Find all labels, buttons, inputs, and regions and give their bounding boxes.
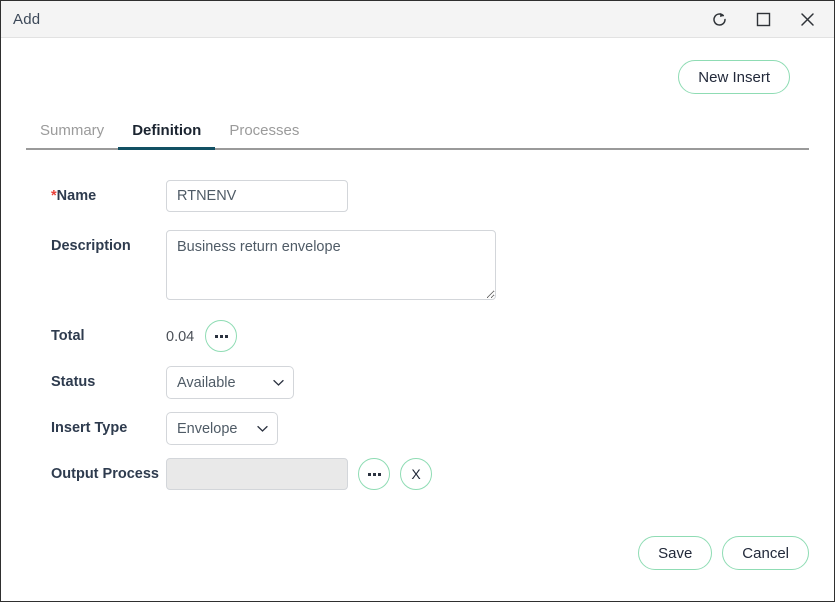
total-label: Total	[51, 328, 85, 344]
total-value: 0.04	[166, 328, 195, 345]
output-process-ellipsis-button[interactable]	[358, 458, 390, 490]
field-description: Description	[1, 230, 834, 300]
field-name: *Name	[1, 180, 834, 212]
field-insert-type: Insert Type Envelope	[1, 412, 834, 445]
output-process-control: X	[166, 458, 432, 490]
refresh-icon	[711, 11, 728, 28]
field-status: Status Available	[1, 366, 834, 399]
total-ellipsis-button[interactable]	[205, 320, 238, 352]
insert-type-select-wrap: Envelope	[166, 412, 278, 445]
insert-type-label: Insert Type	[51, 420, 128, 436]
status-label: Status	[51, 374, 96, 390]
tab-processes[interactable]: Processes	[215, 116, 313, 148]
description-textarea[interactable]	[166, 230, 496, 300]
output-process-input[interactable]	[166, 458, 348, 490]
ellipsis-icon	[214, 334, 228, 338]
dialog-footer: Save Cancel	[638, 536, 809, 570]
name-label-text: Name	[56, 188, 97, 204]
name-control	[166, 180, 348, 212]
close-icon	[800, 12, 815, 27]
close-button[interactable]	[786, 2, 828, 36]
new-insert-button[interactable]: New Insert	[678, 60, 790, 94]
tab-summary[interactable]: Summary	[26, 116, 118, 148]
total-control: 0.04	[166, 320, 238, 352]
cancel-button[interactable]: Cancel	[722, 536, 809, 570]
save-button[interactable]: Save	[638, 536, 713, 570]
title-bar: Add	[1, 1, 834, 38]
status-select-wrap: Available	[166, 366, 294, 399]
description-control	[166, 230, 496, 300]
tab-bar: Summary Definition Processes	[26, 116, 809, 150]
maximize-icon	[756, 12, 771, 27]
maximize-button[interactable]	[742, 2, 784, 36]
window-controls	[698, 1, 828, 37]
output-process-clear-button[interactable]: X	[400, 458, 432, 490]
name-input[interactable]	[166, 180, 348, 212]
tab-definition[interactable]: Definition	[118, 116, 216, 150]
output-process-label: Output Process	[51, 466, 159, 482]
description-label: Description	[51, 238, 131, 254]
dialog-content: New Insert Summary Definition Processes …	[1, 38, 834, 601]
insert-type-control: Envelope	[166, 412, 278, 445]
window-title: Add	[13, 10, 41, 28]
status-select[interactable]: Available	[166, 366, 294, 399]
field-total: Total 0.04	[1, 320, 834, 352]
refresh-button[interactable]	[698, 2, 740, 36]
field-output-process: Output Process X	[1, 458, 834, 490]
ellipsis-icon	[367, 472, 381, 476]
status-control: Available	[166, 366, 294, 399]
add-insert-dialog: Add New Insert Summary Definition Proces…	[0, 0, 835, 602]
toolbar: New Insert	[1, 38, 834, 94]
definition-form: *Name Description Total 0.04	[1, 150, 834, 490]
insert-type-select[interactable]: Envelope	[166, 412, 278, 445]
name-label: *Name	[1, 180, 166, 206]
